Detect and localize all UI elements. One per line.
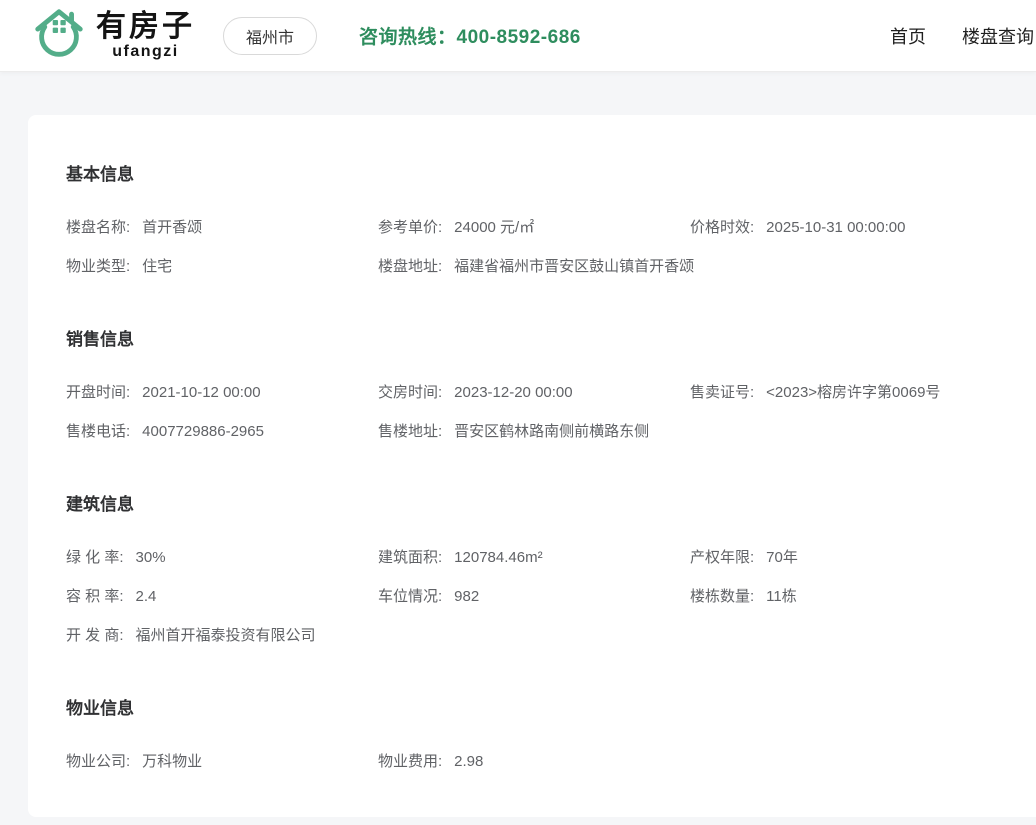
brand-slogan: ufangzi [112,42,179,60]
field-label: 物业类型: [66,258,131,275]
field-plot-ratio: 容 积 率: 2.4 [66,587,378,607]
field-property-fee: 物业费用: 2.98 [378,752,690,772]
section-building-info: 建筑信息 绿 化 率: 30% 建筑面积: 120784.46m² 产权年限: 70年… [66,490,1016,646]
section-title: 物业信息 [66,699,134,718]
field-label: 楼盘名称: [66,219,131,236]
field-grid: 楼盘名称: 首开香颂 参考单价: 24000 元/㎡ 价格时效: 2025-10-31… [66,218,1016,277]
nav-item-home[interactable]: 首页 [890,23,926,49]
field-property-address: 楼盘地址: 福建省福州市晋安区鼓山镇首开香颂 [378,257,1016,277]
section-property-mgmt-info: 物业信息 物业公司: 万科物业 物业费用: 2.98 [66,694,1016,772]
field-value: 11栋 [766,588,797,605]
field-property-type: 物业类型: 住宅 [66,257,378,277]
field-label: 开盘时间: [66,384,131,401]
field-developer: 开 发 商: 福州首开福泰投资有限公司 [66,626,1016,646]
field-label: 售楼地址: [378,423,443,440]
field-label: 容 积 率: [66,588,124,605]
field-label: 楼栋数量: [690,588,755,605]
field-opening-date: 开盘时间: 2021-10-12 00:00 [66,383,378,403]
field-label: 售卖证号: [690,384,755,401]
field-label: 开 发 商: [66,627,124,644]
field-grid: 开盘时间: 2021-10-12 00:00 交房时间: 2023-12-20 00… [66,383,1016,442]
field-label: 产权年限: [690,549,755,566]
field-value: 120784.46m² [454,549,543,566]
section-sales-info: 销售信息 开盘时间: 2021-10-12 00:00 交房时间: 2023-12-… [66,325,1016,442]
section-basic-info: 基本信息 楼盘名称: 首开香颂 参考单价: 24000 元/㎡ 价格时效: 2025-… [66,160,1016,277]
field-label: 物业费用: [378,753,443,770]
field-value: 4007729886-2965 [142,423,264,440]
field-value: 30% [135,549,166,566]
field-sales-phone: 售楼电话: 4007729886-2965 [66,422,378,442]
field-value: 2.98 [454,753,484,770]
field-value: 首开香颂 [142,219,203,236]
field-sales-license: 售卖证号: <2023>榕房许字第0069号 [690,383,1016,403]
field-value: 2.4 [135,588,157,605]
field-value: 福建省福州市晋安区鼓山镇首开香颂 [454,258,695,275]
field-value: 万科物业 [142,753,203,770]
house-icon [30,4,96,67]
top-header: 有房子 ufangzi 福州市 咨询热线：400-8592-686 首页 楼盘查… [0,0,1036,72]
field-value: 住宅 [142,258,173,275]
field-label: 价格时效: [690,219,755,236]
field-greening-rate: 绿 化 率: 30% [66,548,378,568]
field-delivery-date: 交房时间: 2023-12-20 00:00 [378,383,690,403]
field-sales-office-address: 售楼地址: 晋安区鹤林路南侧前横路东侧 [378,422,1016,442]
field-label: 建筑面积: [378,549,443,566]
field-label: 交房时间: [378,384,443,401]
field-value: 2023-12-20 00:00 [454,384,573,401]
field-label: 物业公司: [66,753,131,770]
field-value: 24000 元/㎡ [454,219,535,236]
field-grid: 物业公司: 万科物业 物业费用: 2.98 [66,752,1016,772]
field-value: 晋安区鹤林路南侧前横路东侧 [454,423,650,440]
field-label: 绿 化 率: [66,549,124,566]
section-title: 建筑信息 [66,495,134,514]
main-nav: 首页 楼盘查询 [890,23,1034,49]
field-value: <2023>榕房许字第0069号 [766,384,941,401]
field-label: 参考单价: [378,219,443,236]
field-price-validity: 价格时效: 2025-10-31 00:00:00 [690,218,1016,238]
field-value: 2021-10-12 00:00 [142,384,261,401]
hotline-text: 咨询热线：400-8592-686 [359,27,581,48]
field-value: 2025-10-31 00:00:00 [766,219,906,236]
property-detail-card: 基本信息 楼盘名称: 首开香颂 参考单价: 24000 元/㎡ 价格时效: 2025-… [28,115,1036,817]
field-grid: 绿 化 率: 30% 建筑面积: 120784.46m² 产权年限: 70年 容 积 … [66,548,1016,646]
field-building-area: 建筑面积: 120784.46m² [378,548,690,568]
field-value: 福州首开福泰投资有限公司 [135,627,316,644]
field-property-company: 物业公司: 万科物业 [66,752,378,772]
field-value: 982 [454,588,480,605]
brand-logo[interactable]: 有房子 ufangzi [30,4,195,67]
field-label: 楼盘地址: [378,258,443,275]
field-property-name: 楼盘名称: 首开香颂 [66,218,378,238]
field-label: 售楼电话: [66,423,131,440]
field-parking-spaces: 车位情况: 982 [378,587,690,607]
brand-name: 有房子 [96,9,195,43]
section-title: 基本信息 [66,165,134,184]
city-selector-button[interactable]: 福州市 [223,16,318,55]
section-title: 销售信息 [66,330,134,349]
field-value: 70年 [766,549,798,566]
field-label: 车位情况: [378,588,443,605]
field-reference-unit-price: 参考单价: 24000 元/㎡ [378,218,690,238]
field-ownership-years: 产权年限: 70年 [690,548,1016,568]
field-building-count: 楼栋数量: 11栋 [690,587,1016,607]
nav-item-property-search[interactable]: 楼盘查询 [962,23,1034,49]
